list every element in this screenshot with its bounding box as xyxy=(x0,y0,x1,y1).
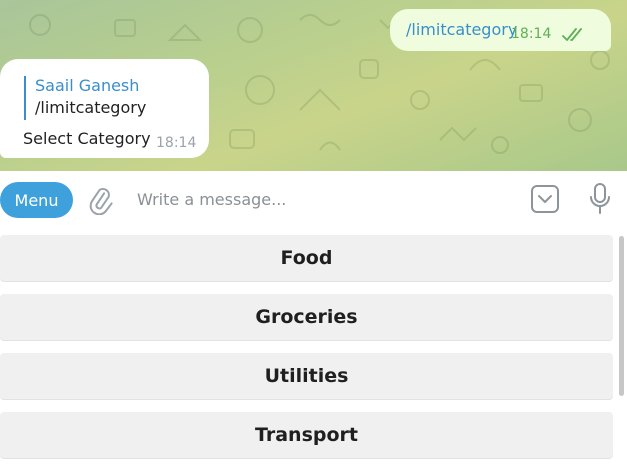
keyboard-button-food[interactable]: Food xyxy=(0,235,613,281)
keyboard-button-utilities[interactable]: Utilities xyxy=(0,353,613,399)
microphone-icon[interactable] xyxy=(588,182,612,216)
reply-keyboard: Food Groceries Utilities Transport xyxy=(0,228,627,470)
reply-quoted-text: /limitcategory xyxy=(35,98,147,117)
incoming-message-time: 18:14 xyxy=(156,135,197,151)
double-check-icon xyxy=(562,28,582,41)
message-composer: Menu Write a message... xyxy=(0,171,627,228)
incoming-message-text: Select Category xyxy=(23,129,151,148)
reply-quote[interactable]: Saail Ganesh /limitcategory xyxy=(24,76,146,120)
keyboard-scrollbar[interactable] xyxy=(619,236,624,396)
chat-area: /limitcategory 18:14 Saail Ganesh /limit… xyxy=(0,0,627,171)
menu-button[interactable]: Menu xyxy=(0,182,73,218)
message-input[interactable]: Write a message... xyxy=(137,188,507,212)
keyboard-button-groceries[interactable]: Groceries xyxy=(0,294,613,340)
keyboard-toggle-icon[interactable] xyxy=(530,184,560,214)
outgoing-message-bubble[interactable]: /limitcategory 18:14 xyxy=(390,9,611,51)
outgoing-message-text[interactable]: /limitcategory xyxy=(406,20,517,39)
keyboard-button-transport[interactable]: Transport xyxy=(0,412,613,458)
outgoing-message-time: 18:14 xyxy=(511,26,552,42)
incoming-message-bubble[interactable]: Saail Ganesh /limitcategory Select Categ… xyxy=(0,59,209,158)
paperclip-icon[interactable] xyxy=(87,185,113,215)
reply-author[interactable]: Saail Ganesh xyxy=(35,76,146,96)
